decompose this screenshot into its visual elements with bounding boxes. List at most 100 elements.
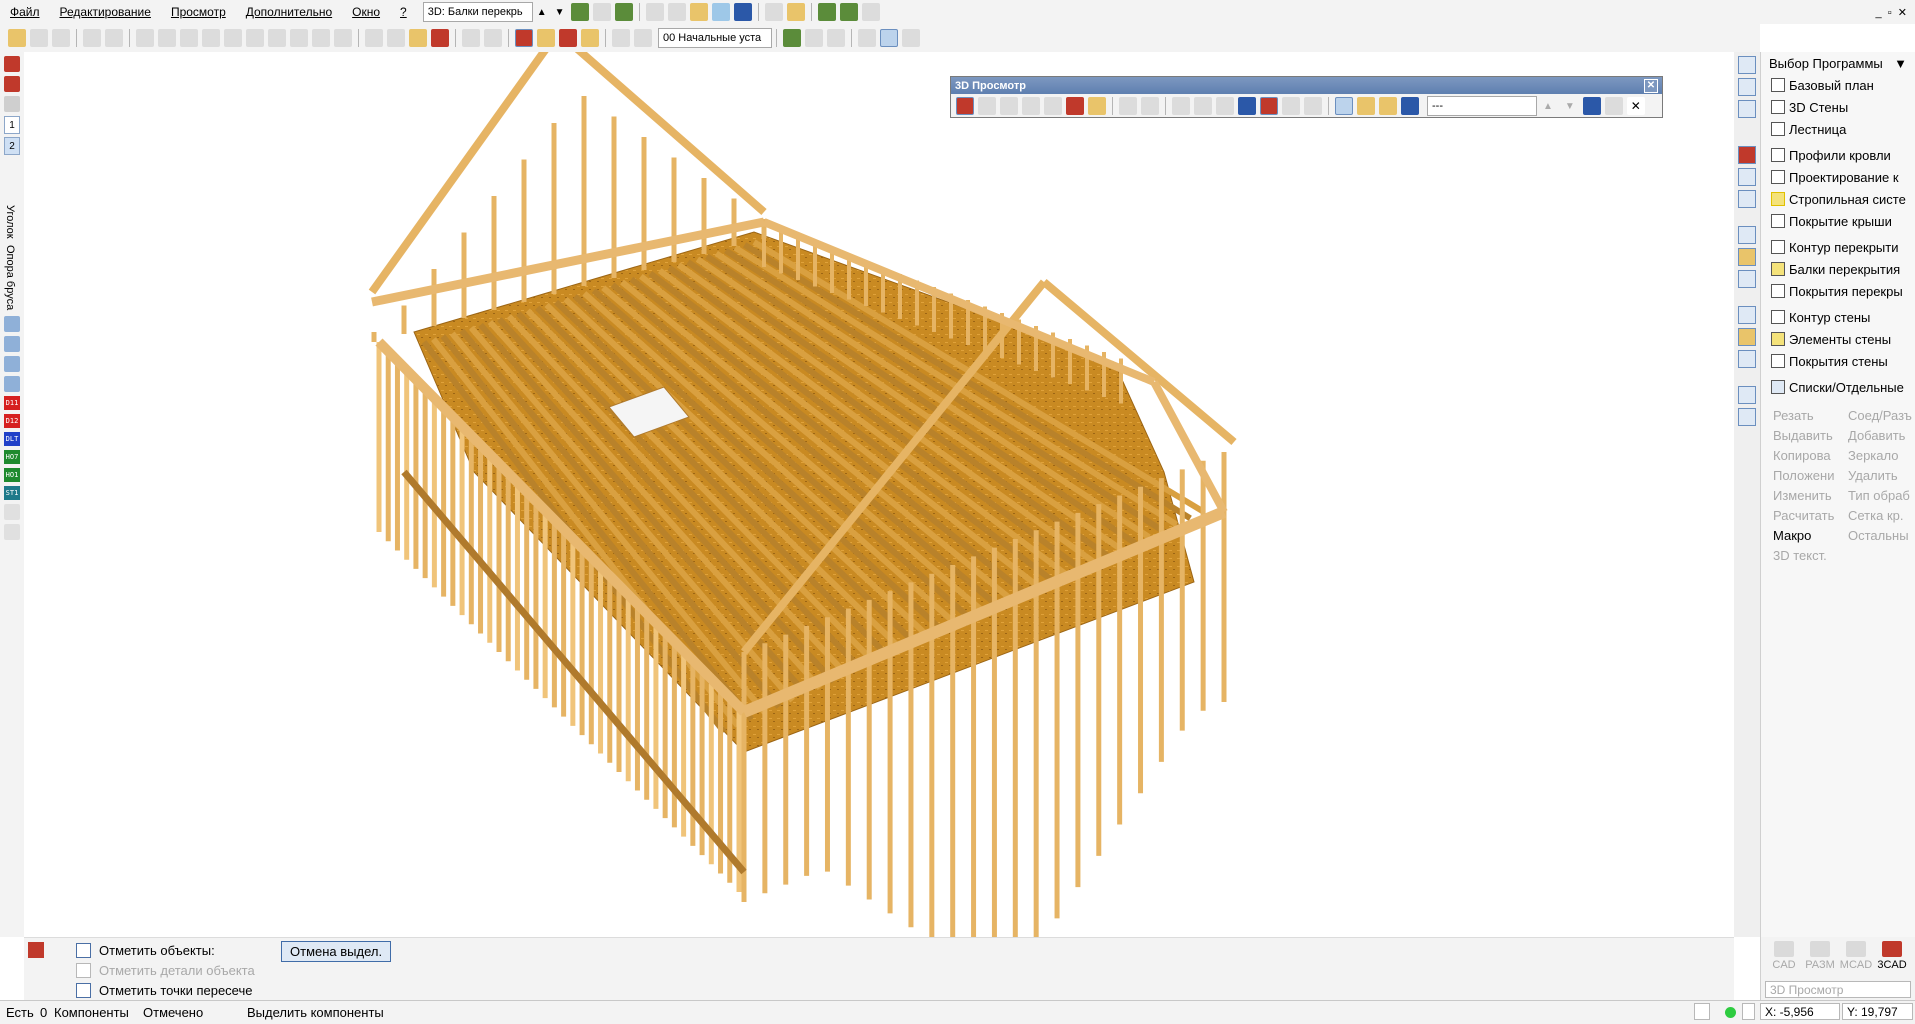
grid-icon[interactable] [224, 29, 242, 47]
cmd-modify[interactable]: Изменить [1773, 488, 1848, 503]
floor-beams-icon[interactable] [1738, 248, 1756, 266]
level-2-button[interactable]: 2 [4, 137, 20, 155]
layer-combo[interactable]: 00 Начальные уста [658, 28, 772, 48]
cmd-extrude[interactable]: Выдавить [1773, 428, 1848, 443]
view3d-combo[interactable]: --- [1427, 96, 1537, 116]
program-item[interactable]: Элементы стены [1761, 328, 1915, 350]
eraser-icon[interactable] [645, 3, 664, 21]
tool-icon[interactable] [431, 29, 449, 47]
camera-view-icon[interactable] [1282, 97, 1300, 115]
view-3d-icon[interactable] [334, 29, 352, 47]
menu-view[interactable]: Просмотр [161, 5, 236, 19]
grid-snap-icon[interactable] [902, 29, 920, 47]
pencil-icon[interactable] [387, 29, 405, 47]
checkbox[interactable] [76, 962, 91, 978]
menu-extra[interactable]: Дополнительно [236, 5, 342, 19]
option-select-objects[interactable]: Отметить объекты: [76, 940, 215, 960]
wireframe-icon[interactable] [1172, 97, 1190, 115]
roof-design-icon[interactable] [1738, 168, 1756, 186]
textured-icon[interactable] [1260, 97, 1278, 115]
layout-icon[interactable] [711, 3, 730, 21]
mode-3cad[interactable]: 3CAD [1875, 941, 1909, 971]
cmd-other[interactable]: Остальны [1848, 528, 1915, 543]
close-icon[interactable]: ✕ [1644, 78, 1658, 93]
measure-icon[interactable] [462, 29, 480, 47]
zoom-icon[interactable] [268, 29, 286, 47]
roof-profile-icon[interactable] [1738, 146, 1756, 164]
calendar2-icon[interactable] [1000, 97, 1018, 115]
settings-view-icon[interactable] [1304, 97, 1322, 115]
layers-3d-icon[interactable] [1335, 97, 1353, 115]
menu-edit[interactable]: Редактирование [50, 5, 161, 19]
option-select-intersections[interactable]: Отметить точки пересече [76, 980, 252, 1000]
window-controls[interactable]: _ ▫ ✕ [1876, 6, 1907, 19]
down-arrow-icon[interactable]: ▼ [555, 7, 565, 18]
3d-dim-icon[interactable] [1582, 97, 1601, 115]
roof-icon[interactable] [515, 29, 533, 47]
copy-view-icon[interactable] [733, 3, 752, 21]
clip-icon[interactable] [689, 3, 708, 21]
wrench-icon[interactable] [827, 29, 845, 47]
note-icon[interactable] [786, 3, 805, 21]
tag-d11[interactable]: D11 [4, 395, 20, 410]
section-icon[interactable] [1141, 97, 1159, 115]
corner-label[interactable]: Уголок [4, 205, 16, 239]
wall-contour-icon[interactable] [1738, 306, 1756, 324]
print-icon[interactable] [83, 29, 101, 47]
tag-ho7[interactable]: HO7 [4, 449, 20, 464]
text-icon[interactable] [136, 29, 154, 47]
view-field[interactable]: 3D Просмотр [1765, 981, 1911, 998]
pan-icon[interactable] [290, 29, 308, 47]
box3d-icon[interactable] [1738, 408, 1756, 426]
menu-help[interactable]: ? [390, 5, 417, 19]
export-icon[interactable] [817, 3, 836, 21]
close-x-icon[interactable]: ✕ [1626, 97, 1645, 115]
cmd-processing[interactable]: Тип обраб [1848, 488, 1915, 503]
table-icon[interactable] [805, 29, 823, 47]
cmd-mirror[interactable]: Зеркало [1848, 448, 1915, 463]
layer-icon[interactable] [612, 29, 630, 47]
layer-lock-icon[interactable] [592, 3, 611, 21]
tag-ho1[interactable]: HO1 [4, 467, 20, 482]
chevron-down-icon[interactable]: ▼ [1894, 56, 1907, 71]
menu-window[interactable]: Окно [342, 5, 390, 19]
dimension-icon[interactable] [484, 29, 502, 47]
fastener-icon[interactable] [4, 335, 20, 352]
cube-icon[interactable] [1379, 97, 1397, 115]
frame-icon[interactable] [246, 29, 264, 47]
snap-icon[interactable] [180, 29, 198, 47]
option-select-details[interactable]: Отметить детали объекта [76, 960, 255, 980]
roof-cover-icon[interactable] [1738, 190, 1756, 208]
calc-icon[interactable] [783, 29, 801, 47]
layer-props-icon[interactable] [634, 29, 652, 47]
3d-view-window[interactable]: 3D Просмотр ✕ --- ▲ ▼ ✕ [950, 76, 1663, 118]
up-arrow-icon[interactable]: ▲ [537, 7, 547, 18]
color-icon[interactable] [1401, 97, 1419, 115]
cmd-macro[interactable]: Макро [1773, 528, 1848, 543]
program-item[interactable]: Стропильная систе [1761, 188, 1915, 210]
hidden-line-icon[interactable] [1194, 97, 1212, 115]
prev-icon[interactable]: ▲ [1543, 101, 1553, 112]
program-item[interactable]: Проектирование к [1761, 166, 1915, 188]
camera-icon[interactable] [861, 3, 880, 21]
3d-view-titlebar[interactable]: 3D Просмотр ✕ [951, 77, 1662, 94]
program-item[interactable]: Профили кровли [1761, 144, 1915, 166]
cmd-calculate[interactable]: Расчитать [1773, 508, 1848, 523]
program-item[interactable]: Покрытие крыши [1761, 210, 1915, 232]
fit-icon[interactable] [202, 29, 220, 47]
cmd-grid[interactable]: Сетка кр. [1848, 508, 1915, 523]
link-icon[interactable] [1119, 97, 1137, 115]
columns-icon[interactable] [667, 3, 686, 21]
cmd-3d-text[interactable]: 3D текст. [1773, 548, 1848, 563]
box-icon[interactable] [1738, 386, 1756, 404]
layer-up-icon[interactable] [570, 3, 589, 21]
cover-icon[interactable] [559, 29, 577, 47]
program-item[interactable]: Лестница [1761, 118, 1915, 140]
program-item[interactable]: Покрытия стены [1761, 350, 1915, 372]
mode-cad[interactable]: CAD [1767, 941, 1801, 971]
program-item[interactable]: Покрытия перекры [1761, 280, 1915, 302]
home-icon[interactable] [1088, 97, 1106, 115]
pin-icon[interactable] [158, 29, 176, 47]
redo-icon[interactable] [52, 29, 70, 47]
tag-dlt[interactable]: DLT [4, 431, 20, 446]
